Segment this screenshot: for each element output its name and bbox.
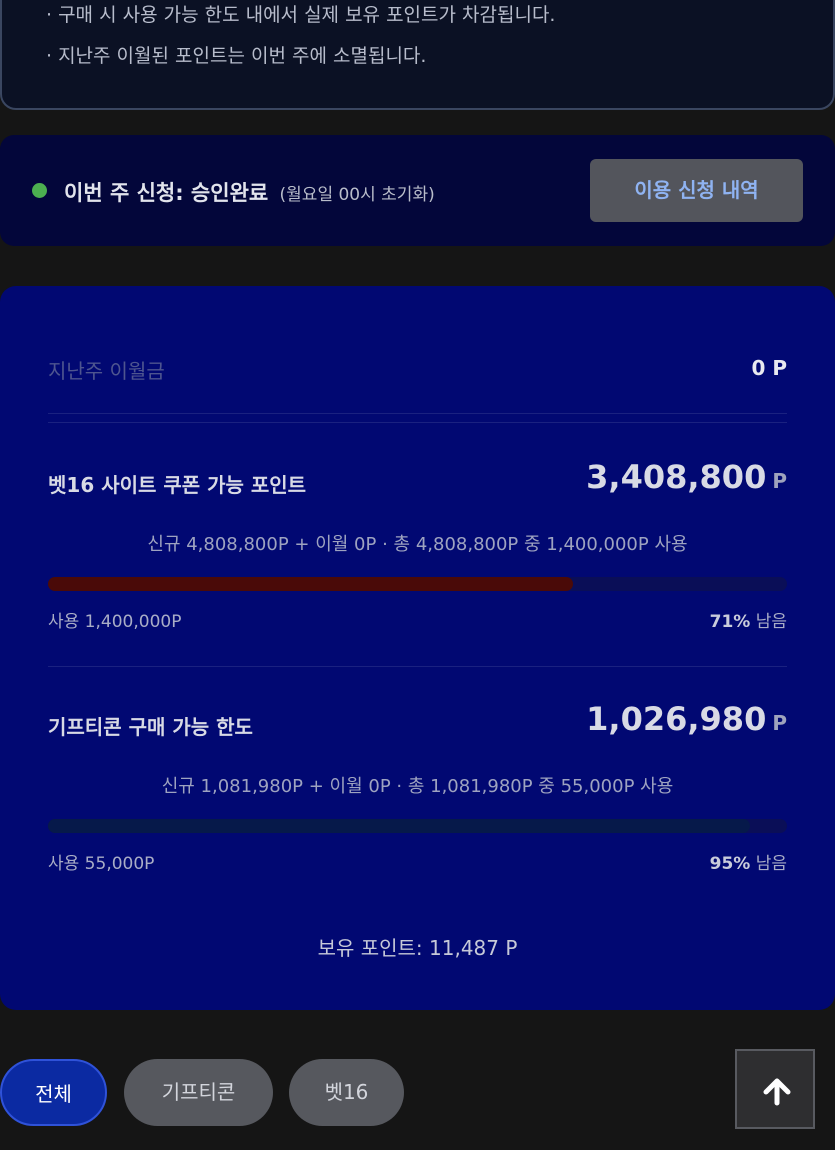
gifticon-limit-detail: 신규 1,081,980P + 이월 0P · 총 1,081,980P 중 5… <box>161 776 674 797</box>
status-reset-note: (월요일 00시 초기화) <box>279 185 435 205</box>
b16-points-detail: 신규 4,808,800P + 이월 0P · 총 4,808,800P 중 1… <box>147 534 688 555</box>
weekly-status-card: 이번 주 신청: 승인완료 (월요일 00시 초기화) 이용 신청 내역 <box>0 135 835 246</box>
holding-points: 보유 포인트: 11,487 P <box>317 936 518 960</box>
b16-remaining-label: 71% 남음 <box>710 607 787 632</box>
remaining-percent: 95% <box>709 854 751 874</box>
gifticon-limit-amount: 1,026,980 P <box>586 700 787 738</box>
carryover-label: 지난주 이월금 <box>48 359 165 383</box>
carryover-value: 0 P <box>751 356 787 380</box>
b16-coupon-points-title: 벳16 사이트 쿠폰 가능 포인트 <box>48 473 307 497</box>
gifticon-usage-progress-bar <box>48 819 787 833</box>
filter-tab-gifticon[interactable]: 기프티콘 <box>124 1059 273 1126</box>
divider <box>48 413 787 414</box>
filter-tab-b16[interactable]: 벳16 <box>289 1059 404 1126</box>
usage-history-button[interactable]: 이용 신청 내역 <box>590 159 803 222</box>
gifticon-usage-progress-fill <box>48 819 751 833</box>
remaining-suffix: 남음 <box>755 612 787 632</box>
remaining-percent: 71% <box>709 612 751 632</box>
divider <box>48 422 787 423</box>
points-summary-card: 지난주 이월금 0 P 벳16 사이트 쿠폰 가능 포인트 3,408,800 P… <box>0 286 835 1010</box>
remaining-suffix: 남음 <box>755 854 787 874</box>
b16-used-label: 사용 1,400,000P <box>48 612 182 632</box>
amount-unit: P <box>772 469 787 493</box>
status-label: 이번 주 신청: 승인완료 <box>64 181 269 205</box>
amount-unit: P <box>772 711 787 735</box>
amount-value: 3,408,800 <box>586 458 767 496</box>
notice-box: · 구매 시 사용 가능 한도 내에서 실제 보유 포인트가 차감됩니다. · … <box>0 0 835 110</box>
status-text: 이번 주 신청: 승인완료 (월요일 00시 초기화) <box>64 177 435 207</box>
filter-tab-all[interactable]: 전체 <box>0 1059 107 1126</box>
gifticon-limit-title: 기프티콘 구매 가능 한도 <box>48 715 253 739</box>
b16-usage-progress-fill <box>48 577 573 591</box>
status-dot-icon <box>32 183 47 198</box>
divider <box>48 666 787 667</box>
b16-usage-progress-bar <box>48 577 787 591</box>
scroll-to-top-button[interactable] <box>735 1049 815 1129</box>
notice-line: · 지난주 이월된 포인트는 이번 주에 소멸됩니다. <box>46 45 427 67</box>
notice-line: · 구매 시 사용 가능 한도 내에서 실제 보유 포인트가 차감됩니다. <box>46 4 556 26</box>
amount-value: 1,026,980 <box>586 700 767 738</box>
b16-coupon-points-amount: 3,408,800 P <box>586 458 787 496</box>
arrow-up-icon <box>763 1078 791 1106</box>
gifticon-remaining-label: 95% 남음 <box>710 849 787 874</box>
gifticon-used-label: 사용 55,000P <box>48 854 155 874</box>
